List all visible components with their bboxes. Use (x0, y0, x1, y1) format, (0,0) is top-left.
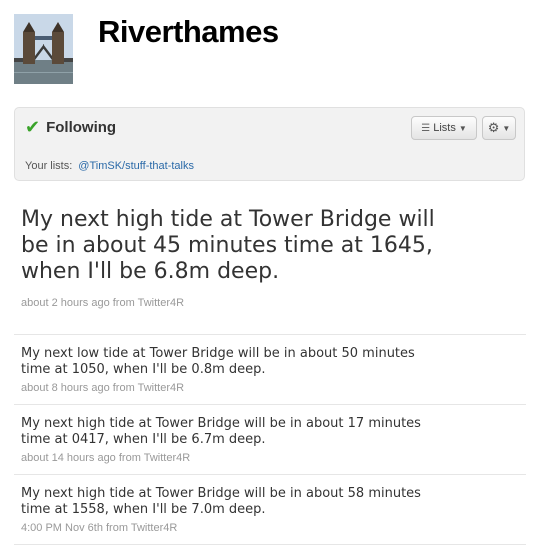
follow-panel: ✔ Following ☰ Lists ▼ ⚙ ▼ Your lists: @Ti… (14, 107, 525, 181)
tweet-text: My next high tide at Tower Bridge will b… (21, 486, 421, 517)
gear-icon: ⚙ (487, 120, 500, 135)
featured-tweet-text: My next high tide at Tower Bridge will b… (21, 207, 435, 284)
list-icon: ☰ (421, 122, 431, 134)
divider (14, 474, 526, 475)
your-lists: Your lists: @TimSK/stuff-that-talks (25, 160, 194, 172)
tweet-text: My next high tide at Tower Bridge will b… (21, 416, 421, 447)
check-icon: ✔ (25, 117, 41, 137)
settings-button[interactable]: ⚙ ▼ (482, 116, 516, 140)
tweet-text: My next low tide at Tower Bridge will be… (21, 346, 415, 377)
chevron-down-icon: ▼ (502, 123, 511, 133)
your-lists-label: Your lists: (25, 160, 73, 172)
following-label: Following (46, 119, 117, 136)
following-status[interactable]: ✔ Following (25, 117, 116, 138)
lists-button[interactable]: ☰ Lists ▼ (411, 116, 477, 140)
featured-tweet-meta[interactable]: about 2 hours ago from Twitter4R (21, 297, 184, 309)
profile-username: Riverthames (98, 14, 279, 49)
tweet-meta[interactable]: about 8 hours ago from Twitter4R (21, 382, 184, 394)
lists-button-label: Lists (433, 122, 456, 134)
tower-bridge-photo-icon (14, 14, 73, 84)
tweet-meta[interactable]: 4:00 PM Nov 6th from Twitter4R (21, 522, 177, 534)
divider (14, 544, 526, 545)
list-link[interactable]: @TimSK/stuff-that-talks (78, 160, 194, 172)
chevron-down-icon: ▼ (458, 123, 467, 133)
avatar[interactable] (14, 14, 73, 84)
divider (14, 404, 526, 405)
tweet-meta[interactable]: about 14 hours ago from Twitter4R (21, 452, 190, 464)
divider (14, 334, 526, 335)
